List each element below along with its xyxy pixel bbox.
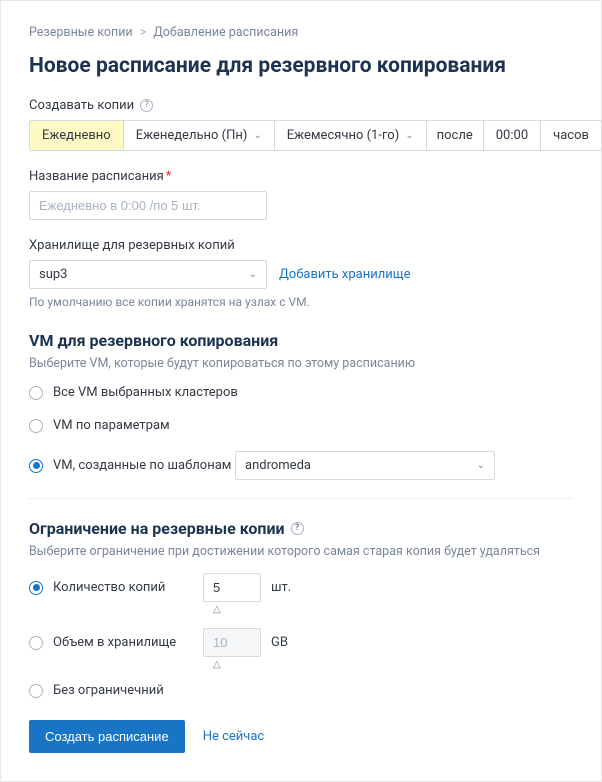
breadcrumb-parent[interactable]: Резервные копии — [29, 25, 133, 40]
frequency-weekly-option[interactable]: Еженедельно (Пн) ⌄ — [124, 121, 275, 150]
limit-by-count-label: Количество копий — [53, 580, 203, 595]
vm-option-template-row[interactable]: VM, созданные по шаблонам andromeda ⌄ — [29, 451, 573, 480]
chevron-down-icon: ⌄ — [477, 460, 485, 471]
radio-selected-icon — [29, 459, 43, 473]
schedule-name-label-text: Название расписания — [29, 169, 164, 184]
frequency-daily-label: Ежедневно — [42, 128, 111, 143]
limit-by-size-label: Объем в хранилище — [53, 635, 203, 650]
caret-indicator-icon: △ — [213, 604, 221, 615]
help-icon[interactable]: ? — [291, 522, 304, 535]
section-divider — [29, 498, 573, 499]
storage-select[interactable]: sup3 ⌄ — [29, 260, 267, 289]
limit-size-unit: GB — [271, 635, 288, 650]
page-title: Новое расписание для резервного копирова… — [29, 54, 573, 78]
vm-section-sub: Выберите VM, которые будут копироваться … — [29, 356, 573, 371]
vm-option-template-label: VM, созданные по шаблонам — [53, 458, 235, 473]
radio-icon — [29, 419, 43, 433]
caret-indicator-icon: △ — [213, 659, 221, 670]
frequency-weekly-label: Еженедельно (Пн) — [136, 128, 248, 143]
cancel-link[interactable]: Не сейчас — [203, 729, 265, 744]
frequency-time-input[interactable]: 00:00 — [484, 121, 541, 150]
storage-select-value: sup3 — [39, 267, 67, 282]
frequency-segmented: Ежедневно Еженедельно (Пн) ⌄ Ежемесячно … — [29, 120, 602, 151]
schedule-name-input[interactable] — [29, 191, 267, 220]
limit-count-input[interactable] — [203, 573, 261, 602]
vm-option-params-label: VM по параметрам — [53, 418, 170, 433]
chevron-down-icon: ⌄ — [249, 269, 257, 280]
limit-none-label: Без ограничечний — [53, 683, 164, 698]
vm-template-select-value: andromeda — [245, 458, 311, 473]
breadcrumb-current: Добавление расписания — [153, 25, 298, 40]
limit-section-title: Ограничение на резервные копии ? — [29, 519, 573, 538]
frequency-label: Создавать копии ? — [29, 98, 573, 113]
frequency-hours-word: часов — [541, 121, 601, 150]
limit-size-input — [203, 628, 261, 657]
breadcrumb: Резервные копии > Добавление расписания — [29, 25, 573, 40]
limit-count-unit: шт. — [271, 580, 291, 595]
frequency-monthly-option[interactable]: Ежемесячно (1-го) ⌄ — [275, 121, 427, 150]
radio-selected-icon — [29, 581, 43, 595]
vm-section-title: VM для резервного копирования — [29, 331, 573, 350]
limit-section-sub: Выберите ограничение при достижении кото… — [29, 544, 573, 559]
chevron-down-icon: ⌄ — [253, 130, 261, 141]
form-actions: Создать расписание Не сейчас — [29, 720, 573, 753]
vm-option-params-row[interactable]: VM по параметрам — [29, 418, 573, 433]
storage-hint: По умолчанию все копии хранятся на узлах… — [29, 295, 573, 309]
vm-option-all-row[interactable]: Все VM выбранных кластеров — [29, 385, 573, 400]
frequency-monthly-label: Ежемесячно (1-го) — [287, 128, 399, 143]
limit-none-row[interactable]: Без ограничечний — [29, 683, 573, 698]
frequency-after-word: после — [427, 121, 484, 150]
help-icon[interactable]: ? — [140, 99, 153, 112]
page-container: Резервные копии > Добавление расписания … — [0, 0, 602, 782]
required-mark: * — [166, 169, 172, 184]
vm-option-all-label: Все VM выбранных кластеров — [53, 385, 238, 400]
add-storage-link[interactable]: Добавить хранилище — [279, 267, 411, 282]
storage-label: Хранилище для резервных копий — [29, 238, 573, 253]
vm-template-select[interactable]: andromeda ⌄ — [235, 451, 495, 480]
radio-icon — [29, 636, 43, 650]
frequency-daily-option[interactable]: Ежедневно — [30, 121, 124, 150]
schedule-name-label: Название расписания * — [29, 169, 573, 184]
radio-icon — [29, 684, 43, 698]
limit-by-count-row[interactable]: Количество копий △ шт. — [29, 573, 573, 602]
create-schedule-button[interactable]: Создать расписание — [29, 720, 185, 753]
breadcrumb-separator: > — [140, 25, 147, 40]
frequency-label-text: Создавать копии — [29, 98, 134, 113]
chevron-down-icon: ⌄ — [405, 130, 413, 141]
limit-by-size-row[interactable]: Объем в хранилище △ GB — [29, 628, 573, 657]
radio-icon — [29, 386, 43, 400]
limit-section-title-text: Ограничение на резервные копии — [29, 519, 285, 538]
storage-row: sup3 ⌄ Добавить хранилище — [29, 260, 573, 289]
